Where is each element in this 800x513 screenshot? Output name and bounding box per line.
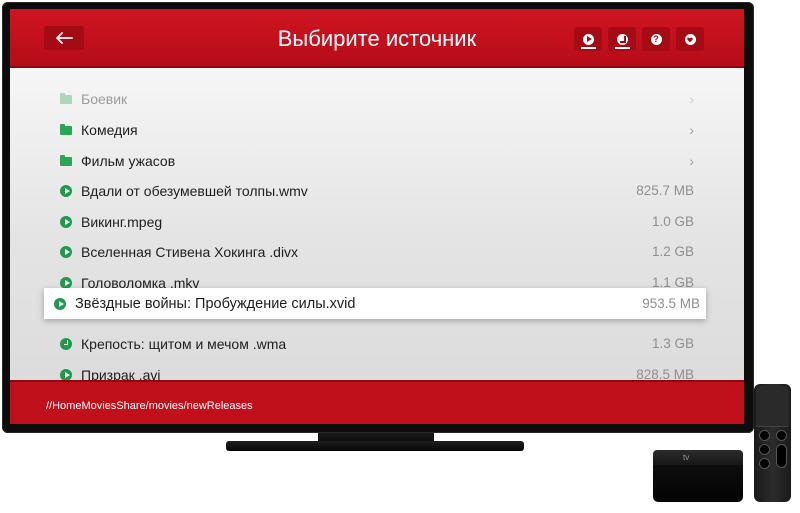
item-name: Вдали от обезумевшей толпы.wmv <box>81 182 308 199</box>
item-name: Викинг.mpeg <box>81 213 163 230</box>
play-icon <box>54 297 66 310</box>
back-button[interactable] <box>44 26 84 50</box>
music-icon <box>60 337 72 350</box>
apple-tv-box: tv <box>653 450 743 502</box>
list-item-file[interactable]: Вдали от обезумевшей толпы.wmv 825.7 MB <box>60 175 694 206</box>
list-item-file[interactable]: Крепость: щитом и мечом .wma 1.3 GB <box>60 328 694 359</box>
list-item-file[interactable]: Вселенная Стивена Хокинга .divx 1.2 GB <box>60 236 694 267</box>
item-size: 1.2 GB <box>651 244 694 259</box>
file-list: Боевик › Комедия › Фильм ужасов › Вдали … <box>10 68 744 383</box>
play-icon <box>60 184 72 197</box>
siri-remote <box>754 384 791 502</box>
favorite-icon <box>684 33 696 45</box>
help-button[interactable]: ? <box>642 27 670 51</box>
remote-menu-button <box>759 430 770 441</box>
favorite-button[interactable] <box>676 27 704 51</box>
header-bar: Выбирите источник ? <box>10 9 744 68</box>
tv-stand-base <box>226 441 524 451</box>
list-item-file[interactable]: Звёздные войны: Пробуждение силы.xvid 95… <box>54 288 700 319</box>
item-name: Комедия <box>81 121 138 138</box>
arrow-left-icon <box>56 32 73 44</box>
folder-icon <box>60 92 72 104</box>
play-button[interactable] <box>574 27 602 51</box>
item-size: 953.5 MB <box>642 296 700 311</box>
item-name: Вселенная Стивена Хокинга .divx <box>81 243 299 260</box>
remote-play-button <box>759 458 770 469</box>
chevron-right-icon: › <box>689 121 694 138</box>
folder-icon <box>60 154 72 166</box>
list-item-folder[interactable]: Фильм ужасов › <box>60 145 694 176</box>
list-item-folder[interactable]: Комедия › <box>60 114 694 145</box>
current-path: //HomeMoviesShare/movies/newReleases <box>46 400 253 412</box>
item-name: Фильм ужасов <box>81 152 176 169</box>
play-icon <box>580 33 596 49</box>
item-name: Крепость: щитом и мечом .wma <box>81 335 287 352</box>
list-item-selected[interactable]: Звёздные войны: Пробуждение силы.xvid 95… <box>44 288 706 319</box>
item-name: Звёздные войны: Пробуждение силы.xvid <box>75 295 356 312</box>
remote-touch-surface <box>756 386 789 427</box>
footer-bar: //HomeMoviesShare/movies/newReleases <box>10 380 744 424</box>
play-icon <box>60 215 72 228</box>
folder-icon <box>60 123 72 135</box>
item-size: 825.7 MB <box>636 183 694 198</box>
toolbar: ? <box>574 27 704 51</box>
item-size: 1.0 GB <box>651 214 694 229</box>
list-item-folder[interactable]: Боевик › <box>60 83 694 114</box>
item-name: Боевик <box>81 90 128 107</box>
remote-home-button <box>776 430 787 441</box>
list-item-file[interactable]: Викинг.mpeg 1.0 GB <box>60 206 694 237</box>
tv-screen: Выбирите источник ? Боевик › Комедия › Ф… <box>10 9 744 424</box>
item-size: 1.3 GB <box>651 336 694 351</box>
music-button[interactable] <box>608 27 636 51</box>
remote-volume-button <box>776 444 787 468</box>
play-icon <box>60 245 72 258</box>
remote-siri-button <box>759 444 770 455</box>
chevron-right-icon: › <box>689 90 694 107</box>
chevron-right-icon: › <box>689 152 694 169</box>
apple-tv-logo: tv <box>683 453 690 462</box>
music-icon <box>614 33 630 49</box>
play-icon <box>60 368 72 381</box>
help-icon: ? <box>650 33 662 45</box>
play-icon <box>60 276 72 289</box>
